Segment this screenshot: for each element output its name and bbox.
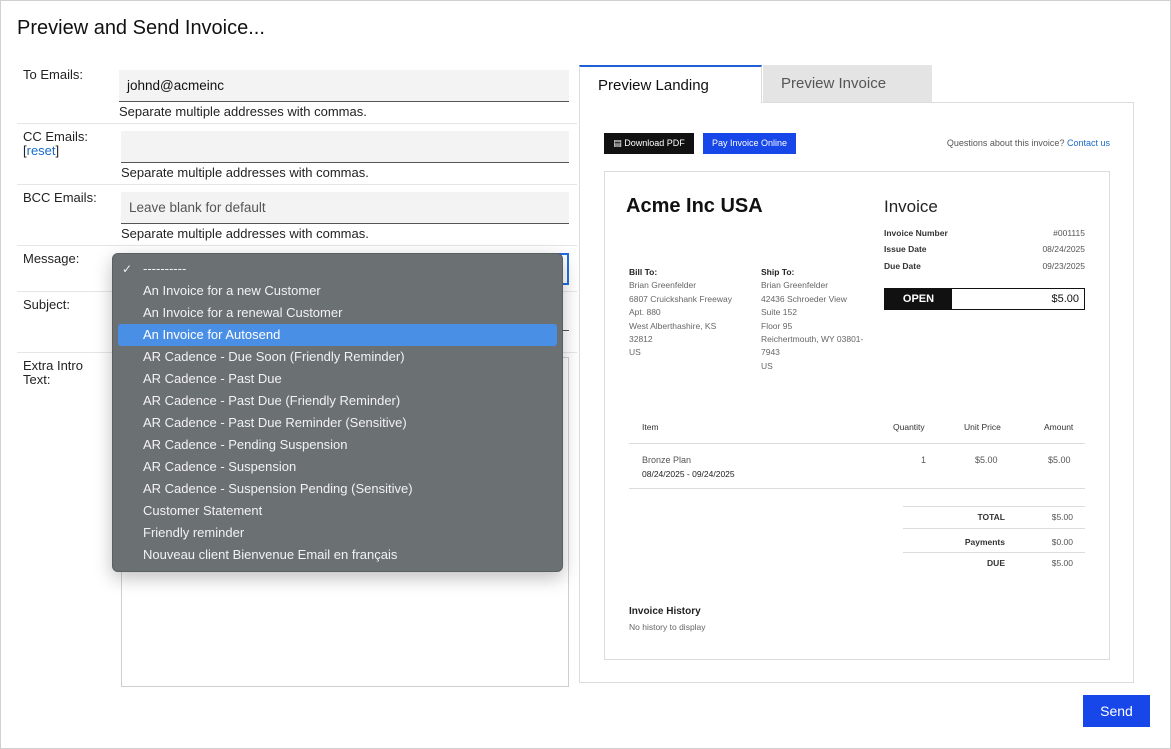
status-badge: OPEN $5.00 [884, 288, 1085, 310]
bcc-emails-label: BCC Emails: [23, 190, 97, 205]
send-button[interactable]: Send [1083, 695, 1150, 727]
dropdown-option[interactable]: AR Cadence - Suspension Pending (Sensiti… [118, 478, 557, 500]
dropdown-option[interactable]: AR Cadence - Due Soon (Friendly Reminder… [118, 346, 557, 368]
to-emails-row: To Emails: johnd@acmeinc Separate multip… [17, 61, 577, 124]
company-name: Acme Inc USA [626, 195, 763, 217]
dropdown-option[interactable]: Customer Statement [118, 500, 557, 522]
download-pdf-button[interactable]: ▤ Download PDF [604, 133, 694, 154]
ship-to: Ship To: Brian Greenfelder 42436 Schroed… [761, 267, 864, 371]
dropdown-option[interactable]: Nouveau client Bienvenue Email en frança… [118, 544, 557, 566]
dropdown-option[interactable]: AR Cadence - Pending Suspension [118, 434, 557, 456]
tab-preview-invoice-pdf[interactable]: Preview Invoice PDF [763, 65, 932, 130]
bcc-emails-input[interactable]: Leave blank for default [121, 192, 569, 224]
questions-text: Questions about this invoice? Contact us [946, 138, 1110, 148]
dropdown-option[interactable]: ✓ ---------- [118, 258, 557, 280]
cc-emails-label: CC Emails: [reset] [23, 129, 89, 158]
bcc-emails-row: BCC Emails: Leave blank for default Sepa… [17, 185, 577, 246]
send-invoice-dialog: Preview and Send Invoice... To Emails: j… [0, 0, 1171, 749]
contact-us-link[interactable]: Contact us [1067, 138, 1110, 148]
dropdown-option[interactable]: AR Cadence - Past Due [118, 368, 557, 390]
message-dropdown-menu: ✓ ---------- An Invoice for a new Custome… [112, 253, 563, 572]
invoice-card: Acme Inc USA Invoice Invoice Number #001… [604, 171, 1110, 660]
tab-preview-landing-page[interactable]: Preview Landing Page [579, 65, 762, 132]
message-label: Message: [23, 251, 80, 266]
dropdown-option[interactable]: AR Cadence - Past Due Reminder (Sensitiv… [118, 412, 557, 434]
cc-reset-link[interactable]: reset [27, 143, 56, 158]
to-emails-label: To Emails: [23, 67, 83, 82]
invoice-history-empty: No history to display [629, 622, 706, 632]
file-icon: ▤ [613, 138, 625, 148]
dropdown-option[interactable]: Friendly reminder [118, 522, 557, 544]
dialog-title: Preview and Send Invoice... [17, 17, 265, 39]
cc-emails-row: CC Emails: [reset] Separate multiple add… [17, 124, 577, 185]
pay-invoice-online-button[interactable]: Pay Invoice Online [703, 133, 796, 154]
status-amount: $5.00 [1051, 293, 1079, 305]
bill-to: Bill To: Brian Greenfelder 6807 Cruicksh… [629, 267, 732, 358]
bcc-emails-hint: Separate multiple addresses with commas. [121, 226, 369, 241]
dropdown-option[interactable]: AR Cadence - Suspension [118, 456, 557, 478]
line-items-header: Item Quantity Unit Price Amount [629, 422, 1085, 444]
dropdown-option[interactable]: An Invoice for a renewal Customer [118, 302, 557, 324]
status-open: OPEN [885, 289, 952, 309]
totals-divider [903, 506, 1085, 507]
cc-emails-hint: Separate multiple addresses with commas. [121, 165, 369, 180]
dropdown-option[interactable]: AR Cadence - Past Due (Friendly Reminder… [118, 390, 557, 412]
dropdown-option[interactable]: An Invoice for a new Customer [118, 280, 557, 302]
table-row: Bronze Plan 08/24/2025 - 09/24/2025 1 $5… [629, 452, 1085, 489]
totals-divider [903, 552, 1085, 553]
extra-intro-label: Extra Intro Text: [23, 358, 83, 387]
cc-emails-input[interactable] [121, 131, 569, 163]
invoice-title: Invoice [884, 197, 938, 216]
checkmark-icon: ✓ [122, 262, 133, 276]
preview-divider [762, 102, 1134, 103]
to-emails-input[interactable]: johnd@acmeinc [119, 70, 569, 102]
dropdown-option-highlighted[interactable]: An Invoice for Autosend [118, 324, 557, 346]
subject-label: Subject: [23, 297, 70, 312]
totals-divider [903, 528, 1085, 529]
invoice-history-heading: Invoice History [629, 606, 701, 617]
to-emails-hint: Separate multiple addresses with commas. [119, 104, 367, 119]
